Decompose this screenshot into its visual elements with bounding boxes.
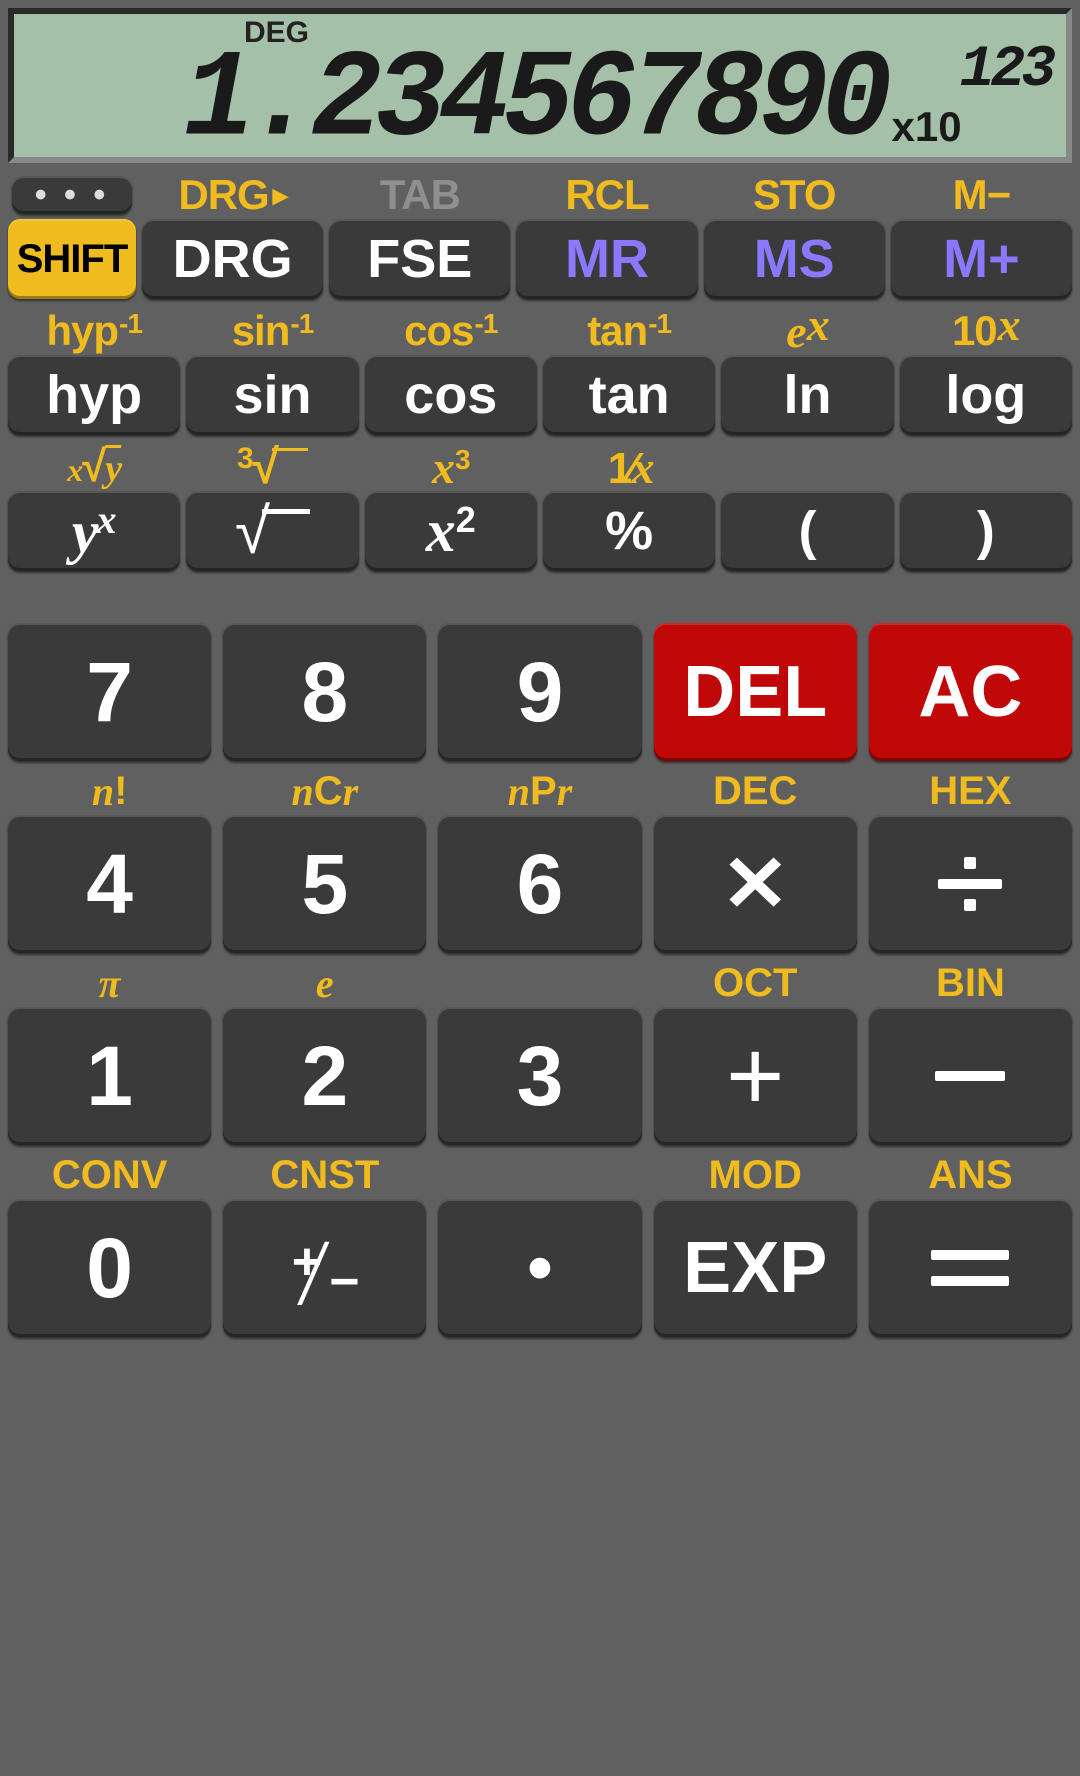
equals-button[interactable] — [869, 1199, 1072, 1337]
shift-label-ANS: ANS — [928, 1151, 1012, 1199]
(-button[interactable]: ( — [721, 491, 893, 571]
display: DEG 1.234567890 x10 123 — [8, 8, 1072, 163]
cos-button[interactable]: cos — [365, 355, 537, 435]
ms-button[interactable]: MS — [704, 219, 885, 299]
shift-label-DEC: DEC — [713, 767, 797, 815]
shift-label-sto: STO — [753, 171, 836, 219]
shift-label-m-minus: M− — [953, 171, 1011, 219]
decimal-button[interactable]: • — [438, 1199, 641, 1337]
shift-label-cos: cos-1 — [404, 307, 497, 355]
key-0-button[interactable]: 0 — [8, 1199, 211, 1337]
)-button[interactable]: ) — [900, 491, 1072, 571]
shift-label-log: 10x — [952, 307, 1020, 355]
drg-button[interactable]: DRG — [142, 219, 323, 299]
shift-label-cube_root: 3√ — [237, 443, 308, 491]
mr-button[interactable]: MR — [516, 219, 697, 299]
key-5-button[interactable]: 5 — [223, 815, 426, 953]
shift-label-tan: tan-1 — [587, 307, 671, 355]
shift-label-e: e — [316, 959, 334, 1007]
key-3-button[interactable]: 3 — [438, 1007, 641, 1145]
ypowx-button[interactable]: yx — [8, 491, 180, 571]
ln-button[interactable]: ln — [721, 355, 893, 435]
tan-button[interactable]: tan — [543, 355, 715, 435]
shift-label-sin: sin-1 — [232, 307, 314, 355]
fse-button[interactable]: FSE — [329, 219, 510, 299]
m-plus-button[interactable]: M+ — [891, 219, 1072, 299]
shift-label-ln: ex — [786, 307, 828, 355]
shift-label-BIN: BIN — [936, 959, 1005, 1007]
shift-label-CONV: CONV — [52, 1151, 168, 1199]
key-1-button[interactable]: 1 — [8, 1007, 211, 1145]
log-button[interactable]: log — [900, 355, 1072, 435]
key-7-button[interactable]: 7 — [8, 623, 211, 761]
%-button[interactable]: % — [543, 491, 715, 571]
xsquared-button[interactable]: x2 — [365, 491, 537, 571]
shift-label-nCr: nCr — [291, 767, 358, 815]
key-8-button[interactable]: 8 — [223, 623, 426, 761]
shift-label-CNST: CNST — [270, 1151, 379, 1199]
shift-label-rcl: RCL — [565, 171, 648, 219]
shift-button[interactable]: SHIFT — [8, 219, 136, 299]
hyp-button[interactable]: hyp — [8, 355, 180, 435]
shift-label-drg: DRG▸ — [178, 171, 286, 219]
divide-button[interactable] — [869, 815, 1072, 953]
multiply-button[interactable]: ✕ — [654, 815, 857, 953]
key-AC-button[interactable]: AC — [869, 623, 1072, 761]
shift-label-HEX: HEX — [929, 767, 1011, 815]
key-4-button[interactable]: 4 — [8, 815, 211, 953]
sqrt-button[interactable]: √ — [186, 491, 358, 571]
shift-label-n!: n! — [92, 767, 128, 815]
key-2-button[interactable]: 2 — [223, 1007, 426, 1145]
plus-minus-button[interactable]: +∕− — [223, 1199, 426, 1337]
shift-label-tab: TAB — [380, 171, 460, 219]
shift-label-x_cubed: x3 — [432, 443, 470, 491]
minus-button[interactable] — [869, 1007, 1072, 1145]
key-EXP-button[interactable]: EXP — [654, 1199, 857, 1337]
shift-label-one_over_x: 1⁄x — [608, 443, 651, 491]
shift-label-MOD: MOD — [709, 1151, 802, 1199]
shift-label-OCT: OCT — [713, 959, 797, 1007]
menu-button[interactable]: • • • — [12, 176, 132, 214]
shift-label-x_root_y: x√y — [67, 443, 121, 491]
shift-label-hyp: hyp-1 — [46, 307, 142, 355]
display-value: 1.234567890 — [184, 40, 886, 164]
shift-label-π: π — [99, 959, 121, 1007]
key-9-button[interactable]: 9 — [438, 623, 641, 761]
display-exponent: x10 123 — [892, 38, 1053, 151]
plus-button[interactable]: + — [654, 1007, 857, 1145]
key-DEL-button[interactable]: DEL — [654, 623, 857, 761]
key-6-button[interactable]: 6 — [438, 815, 641, 953]
shift-label-nPr: nPr — [508, 767, 573, 815]
sin-button[interactable]: sin — [186, 355, 358, 435]
